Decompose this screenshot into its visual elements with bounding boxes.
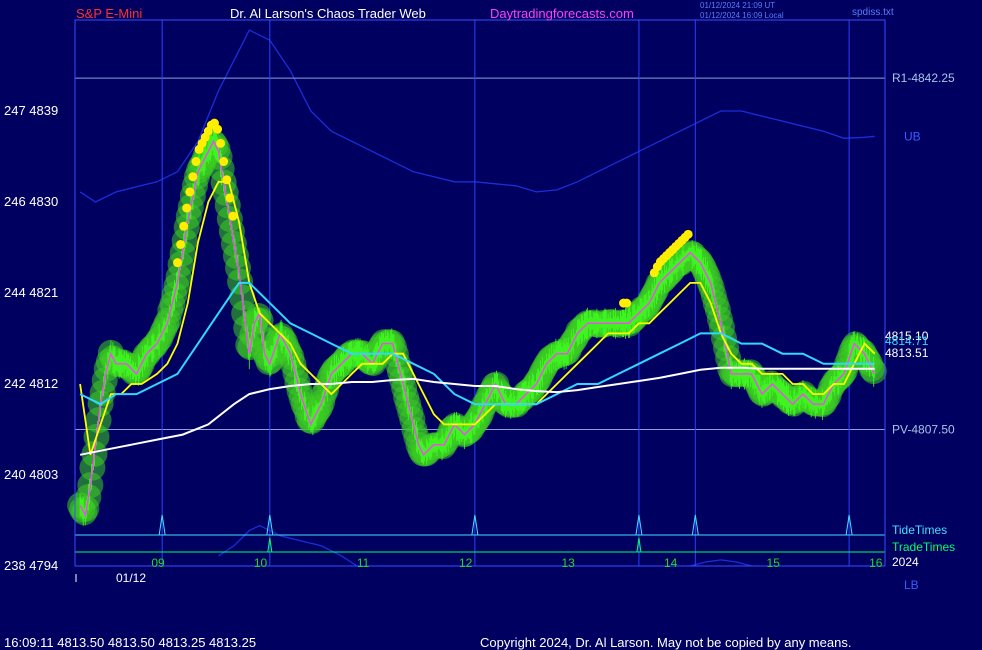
site-title: Dr. Al Larson's Chaos Trader Web: [230, 6, 426, 21]
data-file: spdiss.txt: [852, 7, 894, 18]
y-tick-label: 242 4812: [4, 376, 58, 391]
upper-band-label: UB: [904, 129, 921, 143]
x-tick-label: 15: [767, 556, 781, 570]
timestamp-local: 01/12/2024 16:09 Local: [700, 11, 784, 20]
x-tick-label: 09: [151, 556, 165, 570]
x-date-label: 01/12: [116, 571, 146, 585]
y-tick-label: 246 4830: [4, 194, 58, 209]
y-tick-label: 244 4821: [4, 285, 58, 300]
highlight-dot: [225, 193, 235, 203]
x-tick-label: 13: [561, 556, 575, 570]
y-tick-label: 240 4803: [4, 467, 58, 482]
highlight-dot: [228, 211, 238, 221]
highlight-dot: [182, 203, 192, 213]
last-value-long: 4813.51: [885, 346, 929, 360]
highlight-dot: [188, 172, 198, 182]
highlight-dot: [191, 157, 201, 167]
footer-quote: 16:09:11 4813.50 4813.50 4813.25 4813.25: [4, 635, 256, 650]
highlight-dot: [179, 221, 189, 231]
trade-label: TradeTimes: [892, 540, 955, 554]
highlight-dot: [216, 138, 226, 148]
highlight-dot: [185, 187, 195, 197]
x-tick-label: 12: [459, 556, 473, 570]
highlight-dot: [222, 175, 232, 185]
highlight-dot: [213, 124, 223, 134]
symbol-title: S&P E-Mini: [76, 6, 142, 21]
x-tick-label: 16: [869, 556, 883, 570]
level-label: PV-4807.50: [892, 423, 955, 437]
chart-canvas: TideTimes TradeTimes 247 4839 246 4830 244 …: [0, 0, 982, 650]
tide-label: TideTimes: [892, 523, 947, 537]
highlight-dot: [683, 229, 693, 239]
level-label: R1-4842.25: [892, 71, 955, 85]
footer-copyright: Copyright 2024, Dr. Al Larson. May not b…: [480, 635, 851, 650]
lower-band-label: LB: [904, 578, 919, 592]
site-url[interactable]: Daytradingforecasts.com: [490, 6, 634, 21]
highlight-dot: [622, 298, 632, 308]
x-tick-label: 10: [254, 556, 268, 570]
x-tick-label: 11: [357, 556, 370, 570]
x-year-label: 2024: [892, 555, 919, 569]
highlight-dot: [173, 258, 183, 268]
x-tick-label: 14: [664, 556, 678, 570]
y-tick-label: 247 4839: [4, 103, 58, 118]
timestamp-utc: 01/12/2024 21:09 UT: [700, 1, 775, 10]
highlight-dot: [219, 157, 229, 167]
highlight-dot: [176, 239, 186, 249]
y-tick-label: 238 4794: [4, 558, 58, 573]
